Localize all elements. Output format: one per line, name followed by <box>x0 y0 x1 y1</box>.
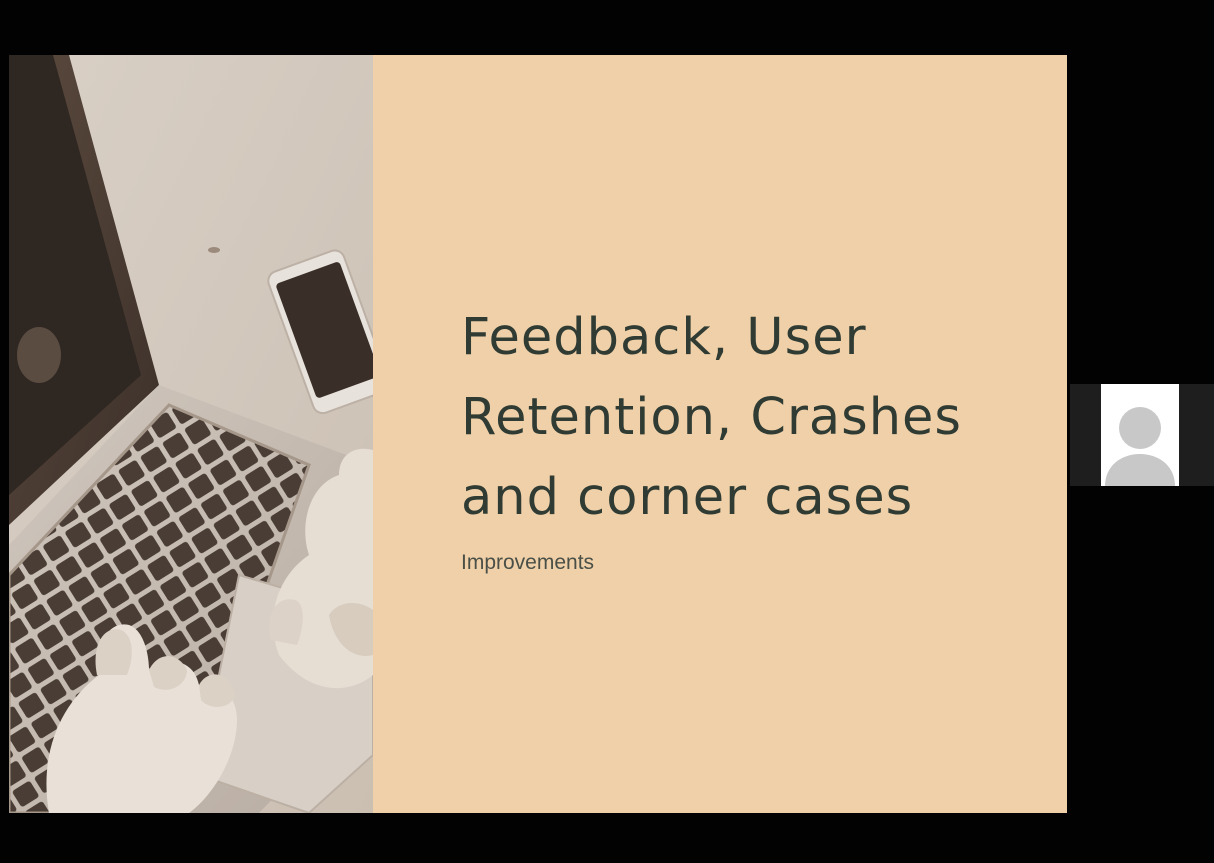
laptop-keyboard-hands-photo <box>9 55 373 813</box>
slide-text-panel: Feedback, User Retention, Crashes and co… <box>373 55 1067 813</box>
slide-title-line: Retention, Crashes <box>461 388 963 447</box>
slide-photo <box>9 55 373 813</box>
meeting-window: Feedback, User Retention, Crashes and co… <box>0 0 1214 863</box>
shared-screen: Feedback, User Retention, Crashes and co… <box>9 55 1067 813</box>
slide-title: Feedback, User Retention, Crashes and co… <box>461 298 1041 538</box>
slide-title-line: and corner cases <box>461 468 914 527</box>
participant-avatar <box>1101 384 1179 486</box>
slide-title-line: Feedback, User <box>461 308 867 367</box>
participant-video-tile[interactable] <box>1070 384 1214 486</box>
user-silhouette-icon <box>1101 384 1179 486</box>
slide-subtitle: Improvements <box>461 551 595 574</box>
